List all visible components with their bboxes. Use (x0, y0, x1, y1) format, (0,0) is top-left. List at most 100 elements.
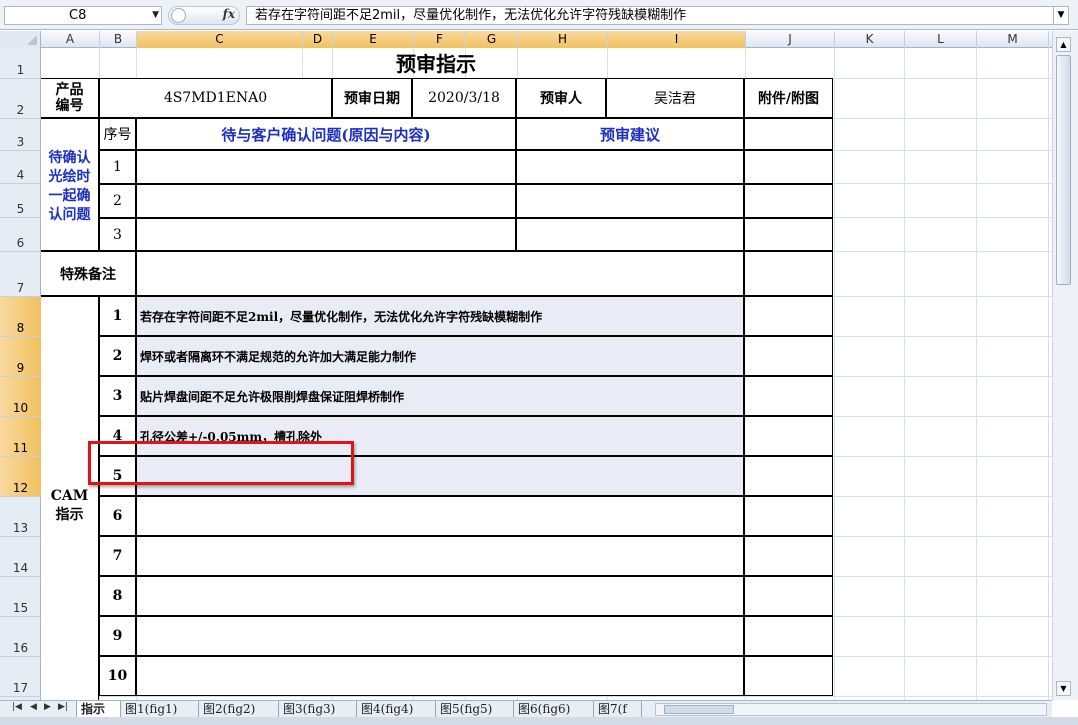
column-header-a[interactable]: A (41, 31, 100, 48)
prev-sheet-icon[interactable]: ◀ (30, 702, 37, 712)
sheet-tab[interactable]: 图3(fig3) (279, 701, 357, 717)
row-header-10[interactable]: 10 (0, 377, 41, 417)
column-header-m[interactable]: M (977, 31, 1049, 48)
gridline (976, 48, 977, 700)
pending-attachment-cell[interactable] (744, 150, 833, 184)
column-header-d[interactable]: D (303, 31, 333, 48)
sheet-tab[interactable]: 指示 (76, 701, 121, 717)
status-bar (0, 717, 1078, 725)
select-all-corner[interactable] (0, 31, 41, 48)
cam-instruction-cell[interactable]: 贴片焊盘间距不足允许极限削焊盘保证阻焊桥制作 (136, 376, 744, 416)
vertical-scrollbar[interactable]: ▲ ▼ (1052, 31, 1078, 700)
cam-attachment-cell[interactable] (744, 656, 833, 696)
row-header-15[interactable]: 15 (0, 577, 41, 617)
column-header-c[interactable]: C (137, 31, 303, 48)
cam-row-number: 3 (99, 376, 136, 416)
column-header-k[interactable]: K (835, 31, 905, 48)
column-header-l[interactable]: L (905, 31, 977, 48)
sheet-title: 预审指示 (396, 52, 476, 76)
formula-input[interactable]: 若存在字符间距不足2mil，尽量优化制作，无法优化允许字符残缺模糊制作 (246, 6, 1058, 25)
pending-attachment-cell[interactable] (744, 218, 833, 251)
vertical-scroll-thumb[interactable] (1056, 55, 1071, 285)
horizontal-scrollbar[interactable] (655, 703, 1047, 716)
cell-grid: 预审指示 产品 编号 4S7MD1ENA0 预审日期 2020/3/18 预审人… (41, 48, 1052, 700)
pending-suggestion-cell[interactable] (516, 184, 744, 218)
cam-attachment-cell[interactable] (744, 496, 833, 536)
remarks-attachment[interactable] (744, 251, 833, 296)
cam-instruction-cell[interactable] (136, 656, 744, 696)
row-number: 8 (16, 321, 25, 335)
column-header-j[interactable]: J (746, 31, 835, 48)
cam-attachment-cell[interactable] (744, 296, 833, 336)
column-header-h[interactable]: H (518, 31, 608, 48)
review-date[interactable]: 2020/3/18 (412, 78, 516, 118)
pending-issue-cell[interactable] (136, 150, 516, 184)
sheet-tab[interactable]: 图4(fig4) (357, 701, 436, 717)
row-header-17[interactable]: 17 (0, 657, 41, 697)
last-sheet-icon[interactable]: ▶| (58, 702, 68, 712)
row-header-6[interactable]: 6 (0, 218, 41, 252)
first-sheet-icon[interactable]: |◀ (12, 702, 22, 712)
cam-instruction-cell[interactable]: 若存在字符间距不足2mil，尽量优化制作，无法优化允许字符残缺模糊制作 (136, 296, 744, 336)
formula-circle-icon[interactable] (171, 8, 186, 23)
product-number[interactable]: 4S7MD1ENA0 (99, 78, 332, 118)
sheet-tab[interactable]: 图2(fig2) (199, 701, 279, 717)
seq-label: 序号 (99, 118, 136, 150)
row-header-13[interactable]: 13 (0, 497, 41, 537)
column-header-e[interactable]: E (333, 31, 414, 48)
row-number: 11 (12, 441, 29, 455)
cam-instruction-cell[interactable] (136, 456, 744, 496)
sheet-tab[interactable]: 图7(f (594, 701, 642, 717)
remarks-cell[interactable] (136, 251, 744, 296)
insert-function-icon[interactable]: fx (223, 7, 235, 21)
next-sheet-icon[interactable]: ▶ (44, 702, 51, 712)
cam-instruction-cell[interactable] (136, 576, 744, 616)
row-header-14[interactable]: 14 (0, 537, 41, 577)
pending-suggestion-cell[interactable] (516, 150, 744, 184)
row-header-11[interactable]: 11 (0, 417, 41, 457)
scroll-up-icon[interactable]: ▲ (1056, 37, 1071, 52)
column-header-f[interactable]: F (414, 31, 466, 48)
horizontal-scroll-thumb[interactable] (664, 705, 734, 714)
row-header-2[interactable]: 2 (0, 79, 41, 119)
attachment-cell[interactable] (744, 118, 833, 150)
pending-attachment-cell[interactable] (744, 184, 833, 218)
sheet-tab[interactable]: 图1(fig1) (121, 701, 199, 717)
sheet-tab[interactable]: 图6(fig6) (514, 701, 594, 717)
expand-formula-bar-icon[interactable]: ▼ (1053, 6, 1069, 25)
pending-suggestion-cell[interactable] (516, 218, 744, 251)
reviewer-name[interactable]: 吴洁君 (606, 78, 744, 118)
row-header-12[interactable]: 12 (0, 457, 41, 497)
sheet-tab[interactable]: 图5(fig5) (436, 701, 514, 717)
scroll-down-icon[interactable]: ▼ (1056, 681, 1071, 696)
pending-row-number: 3 (99, 218, 136, 251)
row-header-5[interactable]: 5 (0, 184, 41, 218)
cam-attachment-cell[interactable] (744, 376, 833, 416)
cam-instruction-cell[interactable] (136, 616, 744, 656)
column-header-i[interactable]: I (608, 31, 746, 48)
column-header-b[interactable]: B (100, 31, 137, 48)
row-header-8[interactable]: 8 (0, 297, 41, 337)
row-header-1[interactable]: 1 (0, 48, 41, 79)
row-header-7[interactable]: 7 (0, 252, 41, 297)
cam-attachment-cell[interactable] (744, 536, 833, 576)
cam-instruction-cell[interactable]: 孔径公差+/-0.05mm，槽孔除外 (136, 416, 744, 456)
cam-attachment-cell[interactable] (744, 416, 833, 456)
row-header-4[interactable]: 4 (0, 151, 41, 184)
row-header-16[interactable]: 16 (0, 617, 41, 657)
reviewer-label: 预审人 (516, 78, 606, 118)
cam-attachment-cell[interactable] (744, 336, 833, 376)
cam-instruction-cell[interactable] (136, 536, 744, 576)
cam-attachment-cell[interactable] (744, 576, 833, 616)
cam-attachment-cell[interactable] (744, 456, 833, 496)
cam-attachment-cell[interactable] (744, 616, 833, 656)
column-header-g[interactable]: G (466, 31, 518, 48)
cam-instruction-cell[interactable]: 焊环或者隔离环不满足规范的允许加大满足能力制作 (136, 336, 744, 376)
cam-instruction-cell[interactable] (136, 496, 744, 536)
name-box[interactable]: C8 ▼ (4, 6, 162, 25)
row-header-3[interactable]: 3 (0, 119, 41, 151)
pending-issue-cell[interactable] (136, 218, 516, 251)
name-box-dropdown-icon[interactable]: ▼ (152, 7, 159, 24)
pending-issue-cell[interactable] (136, 184, 516, 218)
row-header-9[interactable]: 9 (0, 337, 41, 377)
